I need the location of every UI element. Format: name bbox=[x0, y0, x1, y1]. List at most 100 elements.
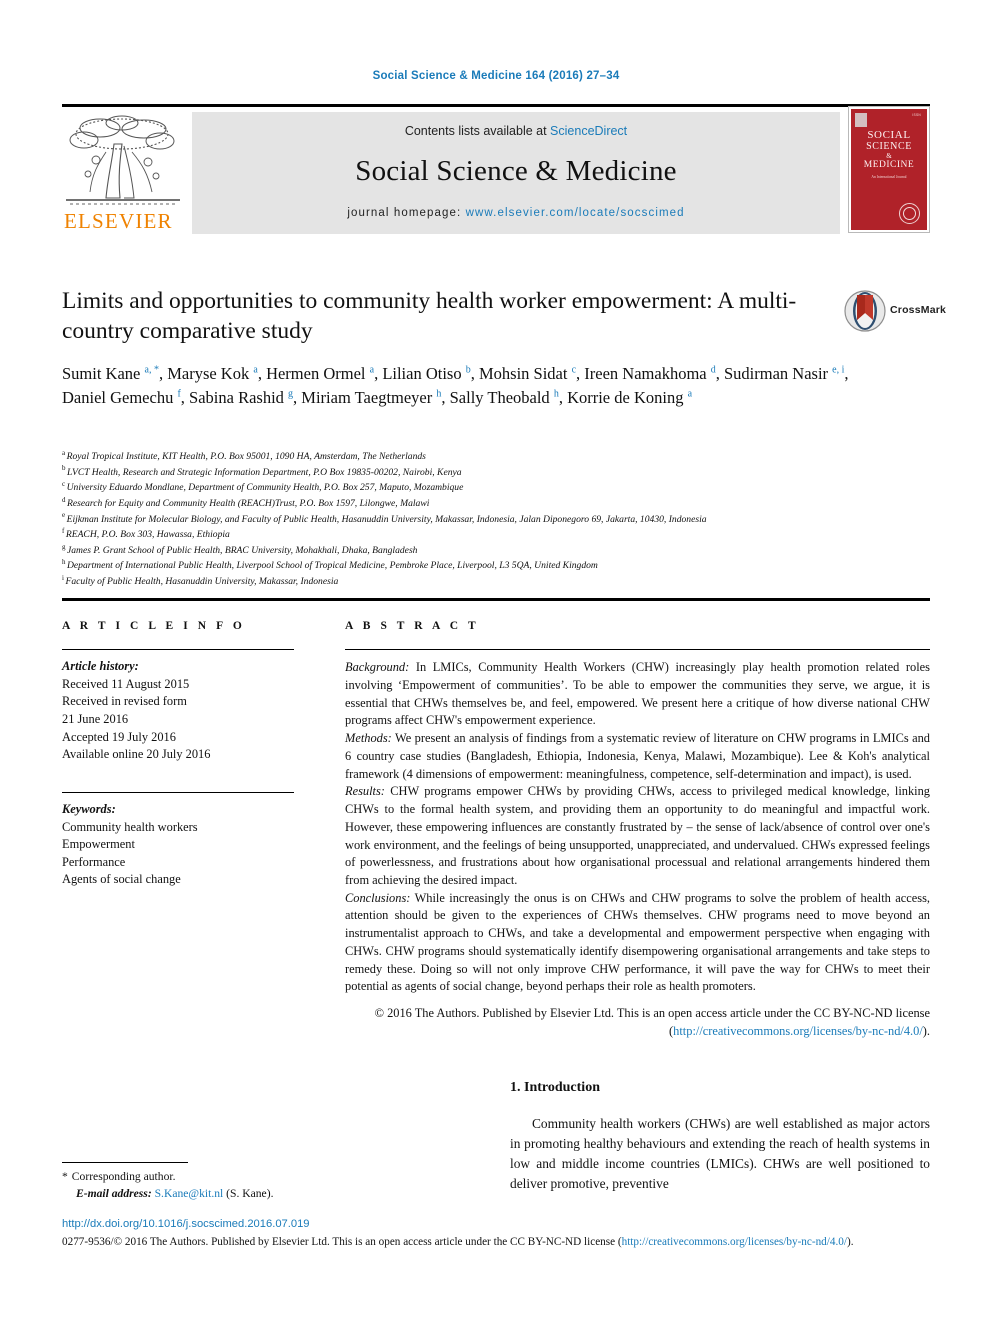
abstract-section: Results: CHW programs empower CHWs by pr… bbox=[345, 783, 930, 889]
page-title: Limits and opportunities to community he… bbox=[62, 288, 797, 345]
cover-title-amp: & bbox=[886, 151, 892, 160]
cover-artwork: ISSN SOCIAL SCIENCE & MEDICINE An Intern… bbox=[851, 109, 927, 230]
article-history-label: Article history: bbox=[62, 659, 139, 674]
affiliation-item: g James P. Grant School of Public Health,… bbox=[62, 543, 942, 559]
affiliation-text: Research for Equity and Community Health… bbox=[67, 497, 430, 509]
crossmark-badge[interactable]: CrossMark bbox=[844, 290, 946, 334]
abstract-section-label: Background: bbox=[345, 660, 410, 675]
cover-seal-icon bbox=[899, 203, 920, 224]
affiliation-text: Department of International Public Healt… bbox=[67, 560, 598, 572]
license-link[interactable]: http://creativecommons.org/licenses/by-n… bbox=[622, 1236, 847, 1248]
abstract-column: A B S T R A C T Background: In LMICs, Co… bbox=[345, 620, 930, 1041]
author-name: Miriam Taegtmeyer bbox=[301, 387, 437, 407]
journal-title: Social Science & Medicine bbox=[355, 155, 677, 187]
copyright-license-link[interactable]: http://creativecommons.org/licenses/by-n… bbox=[673, 1024, 923, 1038]
cover-title-line1: SOCIAL bbox=[867, 129, 911, 141]
affiliation-item: e Eijkman Institute for Molecular Biology… bbox=[62, 512, 942, 528]
affiliation-item: i Faculty of Public Health, Hasanuddin Un… bbox=[62, 574, 942, 590]
affiliation-text: Royal Tropical Institute, KIT Health, P.… bbox=[66, 451, 426, 462]
journal-homepage-link[interactable]: www.elsevier.com/locate/socscimed bbox=[466, 207, 685, 219]
keyword-item: Community health workers bbox=[62, 819, 198, 834]
author-name: Ireen Namakhoma bbox=[584, 364, 711, 383]
affiliation-mark: f bbox=[62, 526, 65, 535]
affiliation-text: LVCT Health, Research and Strategic Info… bbox=[67, 466, 462, 478]
keywords-label: Keywords: bbox=[62, 802, 116, 817]
introduction-heading: 1. Introduction bbox=[510, 1080, 600, 1095]
author-name: Maryse Kok bbox=[167, 364, 254, 383]
introduction-column: 1. Introduction Community health workers… bbox=[510, 1080, 930, 1194]
abstract-section-text: CHW programs empower CHWs by providing C… bbox=[345, 784, 930, 887]
author-name: Lilian Otiso bbox=[382, 364, 466, 383]
abstract-section: Conclusions: While increasingly the onus… bbox=[345, 890, 930, 996]
affiliation-mark: d bbox=[62, 495, 66, 504]
sciencedirect-link[interactable]: ScienceDirect bbox=[550, 124, 627, 138]
journal-homepage-line: journal homepage: www.elsevier.com/locat… bbox=[192, 207, 840, 219]
abstract-copyright: © 2016 The Authors. Published by Elsevie… bbox=[345, 1005, 930, 1040]
journal-banner: ELSEVIER Contents lists available at Sci… bbox=[62, 104, 930, 235]
keyword-item: Performance bbox=[62, 854, 126, 869]
journal-cover-thumbnail: ISSN SOCIAL SCIENCE & MEDICINE An Intern… bbox=[848, 106, 930, 233]
title-area: Limits and opportunities to community he… bbox=[62, 286, 946, 346]
author-name: Sudirman Nasir bbox=[724, 364, 833, 383]
footnote-rule bbox=[62, 1162, 188, 1163]
author-name: Korrie de Koning bbox=[567, 387, 688, 407]
corresponding-author-footnote: * Corresponding author. E-mail address: S… bbox=[62, 1162, 482, 1203]
cover-subtitle: An International Journal bbox=[871, 175, 907, 179]
author-name: Hermen Ormel bbox=[266, 364, 370, 383]
corresponding-author-text: Corresponding author. bbox=[71, 1170, 176, 1183]
cover-elsevier-mark bbox=[855, 113, 867, 127]
article-history-item: Received 11 August 2015 bbox=[62, 676, 190, 691]
affiliation-mark: g bbox=[62, 542, 66, 551]
abstract-section-label: Conclusions: bbox=[345, 890, 411, 905]
affiliation-mark: b bbox=[62, 464, 66, 473]
abstract-section-text: We present an analysis of findings from … bbox=[345, 731, 930, 781]
banner-top-rule bbox=[62, 104, 930, 107]
article-history-block: Article history: Received 11 August 2015… bbox=[62, 658, 312, 764]
article-info-heading: A R T I C L E I N F O bbox=[62, 620, 246, 632]
author-separator: , bbox=[470, 364, 479, 383]
homepage-prefix: journal homepage: bbox=[347, 207, 466, 219]
abstract-section-label: Results: bbox=[345, 784, 385, 799]
elsevier-logo: ELSEVIER bbox=[62, 112, 184, 234]
paper-page: Social Science & Medicine 164 (2016) 27–… bbox=[0, 0, 992, 1323]
contents-prefix: Contents lists available at bbox=[404, 124, 551, 138]
affiliation-text: Eijkman Institute for Molecular Biology,… bbox=[66, 513, 707, 525]
author-separator: , bbox=[715, 364, 724, 383]
corresponding-author-line: * Corresponding author. bbox=[62, 1169, 482, 1186]
banner-center-panel: Contents lists available at ScienceDirec… bbox=[192, 112, 840, 234]
author-list: Sumit Kane a, *, Maryse Kok a, Hermen Or… bbox=[62, 362, 852, 409]
author-separator: , bbox=[844, 364, 849, 383]
affiliation-mark: h bbox=[62, 558, 66, 567]
author-separator: , bbox=[441, 387, 450, 407]
abstract-section: Background: In LMICs, Community Health W… bbox=[345, 659, 930, 730]
affiliation-item: d Research for Equity and Community Healt… bbox=[62, 496, 942, 512]
author-name: Daniel Gemechu bbox=[62, 387, 178, 407]
author-name: Sumit Kane bbox=[62, 364, 145, 383]
abstract-rule bbox=[345, 649, 930, 651]
author-separator: , bbox=[180, 387, 190, 407]
affiliation-text: James P. Grant School of Public Health, … bbox=[67, 544, 418, 556]
issn-copyright-line: 0277-9536/© 2016 The Authors. Published … bbox=[62, 1236, 942, 1248]
author-affiliation-mark: a, * bbox=[144, 364, 159, 376]
keyword-item: Agents of social change bbox=[62, 872, 181, 887]
affiliation-mark: a bbox=[62, 448, 66, 457]
author-separator: , bbox=[257, 364, 267, 383]
affiliation-list: a Royal Tropical Institute, KIT Health, P… bbox=[62, 449, 942, 590]
affiliation-item: b LVCT Health, Research and Strategic Inf… bbox=[62, 465, 942, 481]
contents-available-line: Contents lists available at ScienceDirec… bbox=[192, 124, 840, 138]
article-history-item: Received in revised form bbox=[62, 694, 187, 709]
author-affiliation-mark: a bbox=[687, 388, 693, 400]
article-info-column: A R T I C L E I N F O Article history: R… bbox=[62, 620, 312, 889]
affiliation-text: Faculty of Public Health, Hasanuddin Uni… bbox=[65, 576, 339, 587]
crossmark-label: CrossMark bbox=[890, 304, 947, 316]
issn-tail: ). bbox=[846, 1236, 854, 1248]
abstract-section-text: In LMICs, Community Health Workers (CHW)… bbox=[345, 660, 930, 728]
doi-link[interactable]: http://dx.doi.org/10.1016/j.socscimed.20… bbox=[62, 1218, 942, 1230]
email-link[interactable]: S.Kane@kit.nl bbox=[155, 1187, 224, 1200]
cover-title: SOCIAL SCIENCE & MEDICINE bbox=[851, 129, 927, 171]
affiliation-text: REACH, P.O. Box 303, Hawassa, Ethiopia bbox=[65, 529, 230, 541]
affiliation-item: c University Eduardo Mondlane, Department… bbox=[62, 480, 942, 496]
abstract-body: Background: In LMICs, Community Health W… bbox=[345, 659, 930, 996]
crossmark-icon bbox=[844, 290, 886, 332]
asterisk-icon: * bbox=[62, 1170, 68, 1183]
